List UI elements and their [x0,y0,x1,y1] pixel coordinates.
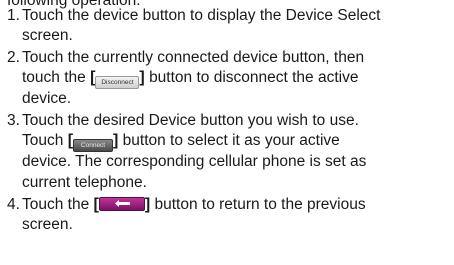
step-text-line: current telephone. [22,173,147,191]
step-2: 2. Touch the currently connected device … [7,48,449,110]
bracket-close: ] [113,132,119,150]
step-text-fragment: Touch [22,132,64,150]
bracket-close: ] [144,196,151,213]
step-number: 3. [7,112,20,129]
step-number: 1. [7,7,20,24]
step-text-line: screen. [22,216,73,234]
step-4: 4. Touch the [] button to return to the … [7,195,449,236]
step-text-line: device. [22,90,72,108]
step-text-fragment: button to select it as your active [122,132,340,150]
step-text-line: Touch the [] button to return to the pre… [7,195,449,215]
connect-button-image: Connect [73,139,114,153]
back-arrow-icon [114,200,130,207]
step-text-fragment: button to return to the previous [154,196,366,213]
disconnect-button-image: Disconnect [95,76,140,90]
step-1: 1. Touch the device button to display th… [7,6,449,47]
step-text-line: Touch the device button to display the D… [22,7,381,24]
step-text-fragment: touch the [22,69,86,87]
step-text-line: Touch [Connect] button to select it as y… [7,131,449,153]
step-text-fragment: button to disconnect the active [149,69,359,87]
step-text-line: device. The corresponding cellular phone… [22,153,367,171]
step-text-fragment: Touch the [22,196,90,213]
bracket-close: ] [139,69,145,87]
step-number: 2. [7,49,20,66]
step-text-line: screen. [22,27,73,45]
step-text-line: touch the [Disconnect] button to disconn… [7,68,449,90]
step-text-line: Touch the desired Device button you wish… [22,112,359,129]
step-text-line: Touch the currently connected device but… [22,49,365,66]
back-button-image [98,197,145,211]
step-3: 3. Touch the desired Device button you w… [7,111,449,193]
step-number: 4. [7,196,20,213]
manual-page: following operation: 1. Touch the device… [0,0,454,265]
